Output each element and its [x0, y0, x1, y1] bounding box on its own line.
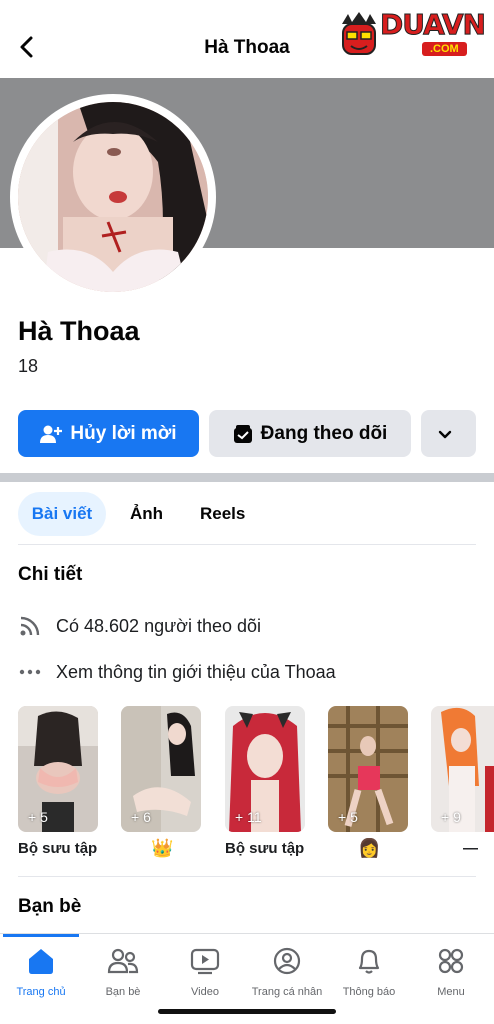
- nav-friends-label: Bạn bè: [105, 986, 141, 998]
- followers-text: Có 48.602 người theo dõi: [56, 615, 261, 636]
- tab-photos[interactable]: Ảnh: [130, 492, 163, 536]
- active-tab-indicator: [3, 934, 79, 937]
- more-dots-icon: [19, 669, 41, 675]
- nav-friends[interactable]: Bạn bè: [82, 944, 164, 998]
- nav-home[interactable]: Trang chủ: [0, 944, 82, 998]
- tab-reels[interactable]: Reels: [200, 492, 245, 536]
- top-bar: Hà Thoaa DUAVN .COM: [0, 0, 494, 78]
- collection-count: + 9: [441, 809, 461, 825]
- more-options-button[interactable]: [421, 410, 476, 457]
- friends-icon: [107, 948, 139, 974]
- collection-card[interactable]: + 5 Bộ sưu tập: [18, 706, 98, 857]
- nav-video-label: Video: [191, 986, 219, 998]
- menu-grid-icon: [438, 948, 464, 974]
- tab-posts[interactable]: Bài viết: [18, 492, 106, 536]
- nav-home-label: Trang chủ: [16, 986, 66, 998]
- cancel-request-button[interactable]: Hủy lời mời: [18, 410, 199, 457]
- section-separator: [0, 473, 494, 482]
- nav-notifications-label: Thông báo: [342, 986, 396, 998]
- collection-count: + 11: [235, 809, 262, 825]
- mascot-logo-icon: [342, 12, 376, 55]
- collection-thumbnail: + 6: [121, 706, 201, 832]
- collection-label: Bộ sưu tập: [225, 840, 305, 857]
- profile-name: Hà Thoaa: [18, 316, 140, 346]
- about-row[interactable]: Xem thông tin giới thiệu của Thoaa: [18, 659, 336, 685]
- rss-icon: [20, 616, 40, 636]
- person-add-icon: [40, 425, 63, 443]
- collection-label: 👑: [151, 838, 174, 858]
- nav-menu-label: Menu: [437, 986, 465, 998]
- watermark-brand: DUAVN: [380, 8, 487, 42]
- followers-row[interactable]: Có 48.602 người theo dõi: [18, 613, 261, 639]
- collection-count: + 5: [338, 809, 358, 825]
- bell-icon: [358, 949, 380, 974]
- nav-notifications[interactable]: Thông báo: [328, 944, 410, 998]
- collection-thumbnail: + 11: [225, 706, 305, 832]
- collection-count: + 6: [131, 809, 151, 825]
- section-divider: [18, 876, 476, 877]
- video-icon: [190, 948, 220, 975]
- friends-heading: Bạn bè: [18, 896, 82, 917]
- watermark-logo: DUAVN .COM: [336, 6, 487, 62]
- about-text: Xem thông tin giới thiệu của Thoaa: [56, 661, 336, 682]
- collection-card[interactable]: + 9 —: [431, 706, 494, 857]
- featured-collections: + 5 Bộ sưu tập + 6 👑 + 11 Bộ sưu tập + 5…: [18, 706, 494, 866]
- collection-thumbnail: + 5: [18, 706, 98, 832]
- profile-subtitle: 18: [18, 356, 39, 376]
- avatar[interactable]: [18, 102, 208, 292]
- collection-label: 👩: [358, 838, 381, 858]
- following-icon: [233, 424, 252, 443]
- tabs-divider: [18, 544, 476, 545]
- collection-count: + 5: [28, 809, 48, 825]
- collection-label: Bộ sưu tập: [18, 840, 98, 857]
- home-indicator[interactable]: [158, 1009, 336, 1014]
- collection-card[interactable]: + 5 👩: [328, 706, 408, 858]
- watermark-suffix: .COM: [422, 42, 467, 56]
- avatar-photo: [18, 102, 208, 292]
- following-label: Đang theo dõi: [260, 422, 388, 444]
- collection-thumbnail: + 5: [328, 706, 408, 832]
- profile-icon: [273, 947, 301, 975]
- nav-video[interactable]: Video: [164, 944, 246, 998]
- collection-label: —: [463, 840, 478, 857]
- nav-profile-label: Trang cá nhân: [251, 986, 323, 998]
- collection-card[interactable]: + 6 👑: [121, 706, 201, 858]
- chevron-down-icon: [438, 430, 451, 438]
- nav-profile[interactable]: Trang cá nhân: [246, 944, 328, 998]
- collection-thumbnail: + 9: [431, 706, 494, 832]
- following-button[interactable]: Đang theo dõi: [209, 410, 411, 457]
- collection-card[interactable]: + 11 Bộ sưu tập: [225, 706, 305, 857]
- cancel-request-label: Hủy lời mời: [70, 422, 177, 444]
- details-heading: Chi tiết: [18, 564, 83, 585]
- nav-menu[interactable]: Menu: [410, 944, 492, 998]
- home-icon: [29, 949, 53, 974]
